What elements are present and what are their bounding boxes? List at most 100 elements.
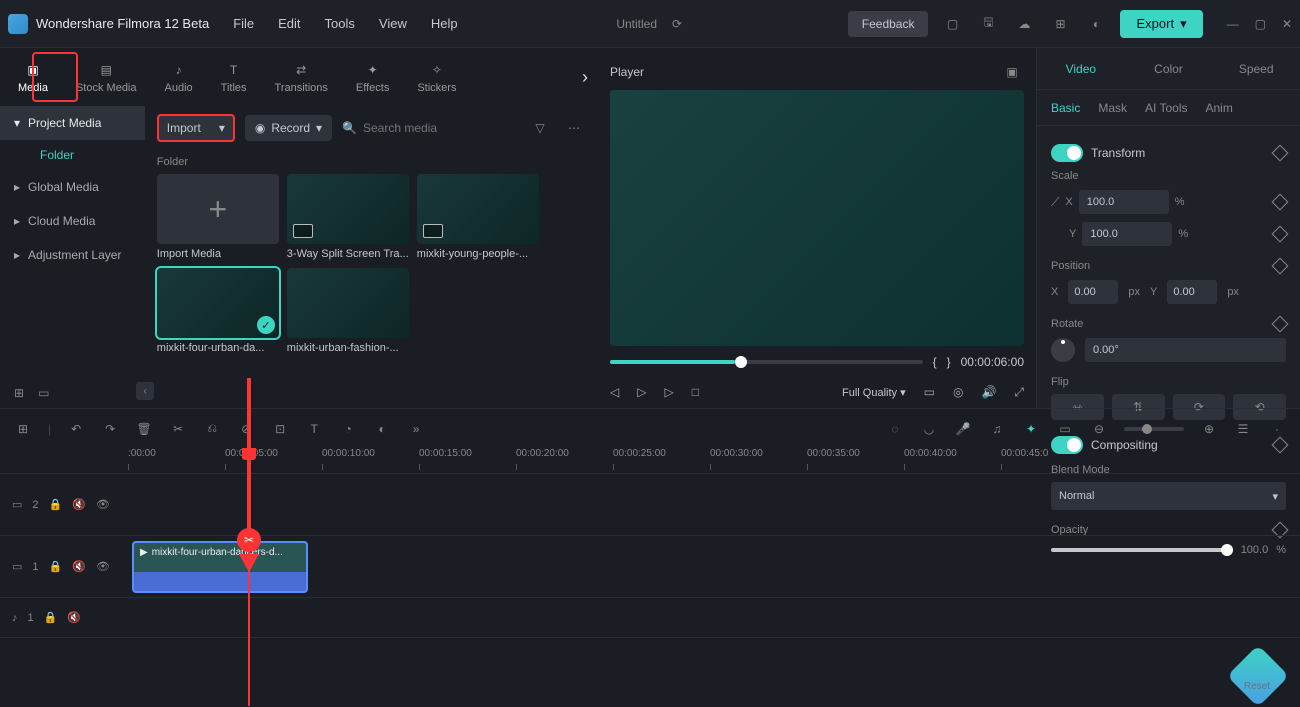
maximize-button[interactable]: ▢ (1255, 17, 1266, 31)
export-button[interactable]: Export▾ (1120, 10, 1202, 38)
tool-music[interactable]: ♫ (988, 420, 1006, 438)
tab-effects[interactable]: ✦Effects (356, 61, 389, 94)
visibility-icon[interactable]: 👁 (96, 560, 110, 573)
audio-track-1[interactable]: ♪1🔒🔇 (0, 598, 1300, 638)
sidebar-item-adjustment-layer[interactable]: ▸Adjustment Layer (0, 238, 145, 272)
timeline-ruler[interactable]: :00:00 00:00:05:00 00:00:10:00 00:00:15:… (0, 448, 1300, 474)
scale-x-input[interactable] (1079, 190, 1169, 214)
menu-edit[interactable]: Edit (278, 16, 300, 31)
close-button[interactable]: ✕ (1282, 17, 1292, 31)
video-track-2[interactable]: ▭2🔒🔇👁 (0, 474, 1300, 536)
sidebar-item-cloud-media[interactable]: ▸Cloud Media (0, 204, 145, 238)
tab-transitions[interactable]: ⇄Transitions (275, 61, 328, 94)
tool-voiceover[interactable]: 🎤 (954, 420, 972, 438)
subtab-mask[interactable]: Mask (1098, 101, 1127, 115)
more-icon[interactable]: ⋯ (562, 116, 586, 140)
timeline-clip[interactable]: ▶mixkit-four-urban-dancers-d... (132, 541, 308, 593)
fullscreen-icon[interactable]: ⤢ (1014, 385, 1024, 400)
sidebar-item-global-media[interactable]: ▸Global Media (0, 170, 145, 204)
save-icon[interactable]: 🖫 (976, 12, 1000, 36)
prev-frame-button[interactable]: ◁ (610, 385, 619, 399)
search-media[interactable]: 🔍 (342, 121, 518, 135)
tool-text[interactable]: T (305, 420, 323, 438)
mark-in-button[interactable]: { (933, 355, 937, 369)
mute-icon[interactable]: 🔇 (72, 560, 86, 573)
sidebar-item-project-media[interactable]: ▾Project Media (0, 106, 145, 140)
rotate-input[interactable] (1085, 338, 1286, 362)
import-media-tile[interactable]: +Import Media (157, 174, 279, 260)
tool-color[interactable]: ◐ (373, 420, 391, 438)
tool-marker[interactable]: ◡ (920, 420, 938, 438)
tab-audio[interactable]: ♪Audio (165, 61, 193, 94)
tool-magnet[interactable]: ⊞ (14, 420, 32, 438)
tool-split[interactable]: ✂ (169, 420, 187, 438)
menu-view[interactable]: View (379, 16, 407, 31)
tab-stock-media[interactable]: ▤Stock Media (76, 61, 137, 94)
import-button[interactable]: Import▾ (157, 114, 235, 142)
filter-icon[interactable]: ▽ (528, 116, 552, 140)
layout-icon[interactable]: ▢ (940, 12, 964, 36)
position-x-input[interactable] (1068, 280, 1118, 304)
snapshot-icon[interactable]: ◎ (953, 385, 963, 399)
media-thumb[interactable]: ✓mixkit-four-urban-da... (157, 268, 279, 354)
keyframe-button[interactable] (1272, 258, 1289, 275)
zoom-slider[interactable] (1124, 427, 1184, 431)
lock-icon[interactable]: ⟋ (1051, 195, 1059, 210)
timeline-tracks[interactable]: :00:00 00:00:05:00 00:00:10:00 00:00:15:… (0, 448, 1300, 706)
apps-icon[interactable]: ⊞ (1048, 12, 1072, 36)
tool-target[interactable]: ◌ (886, 420, 904, 438)
rotate-knob[interactable] (1051, 338, 1075, 362)
tool-more[interactable]: » (407, 420, 425, 438)
tool-crop[interactable]: ⊡ (271, 420, 289, 438)
keyframe-button[interactable] (1272, 145, 1289, 162)
scale-y-input[interactable] (1082, 222, 1172, 246)
position-y-input[interactable] (1167, 280, 1217, 304)
play-button[interactable]: ▷ (664, 385, 673, 399)
playhead[interactable] (248, 448, 250, 706)
keyframe-button[interactable] (1272, 194, 1289, 211)
menu-tools[interactable]: Tools (325, 16, 355, 31)
transform-toggle[interactable] (1051, 144, 1083, 162)
mute-icon[interactable]: 🔇 (72, 498, 86, 511)
folder-icon[interactable]: ▭ (38, 386, 49, 400)
subtab-basic[interactable]: Basic (1051, 101, 1080, 115)
mute-icon[interactable]: 🔇 (67, 611, 81, 624)
keyframe-button[interactable] (1272, 316, 1289, 333)
player-viewport[interactable] (610, 90, 1024, 346)
snapshot-frame-icon[interactable]: ▣ (1000, 60, 1024, 84)
zoom-out-button[interactable]: ⊖ (1090, 420, 1108, 438)
search-input[interactable] (363, 121, 518, 135)
tool-trim[interactable]: ⎌ (203, 420, 221, 438)
zoom-in-button[interactable]: ⊕ (1200, 420, 1218, 438)
minimize-button[interactable]: — (1227, 17, 1239, 31)
tab-video[interactable]: Video (1037, 48, 1125, 89)
cloud-sync-icon[interactable]: ⟳ (665, 12, 689, 36)
player-progress-slider[interactable] (610, 360, 923, 364)
collapse-sidebar-button[interactable]: ‹ (136, 382, 154, 400)
quality-selector[interactable]: Full Quality ▾ (842, 386, 906, 399)
tool-speed[interactable]: ◔ (339, 420, 357, 438)
tool-subtitle[interactable]: ▭ (1056, 420, 1074, 438)
nav-more-icon[interactable]: › (582, 67, 588, 88)
feedback-button[interactable]: Feedback (848, 11, 929, 37)
tab-speed[interactable]: Speed (1212, 48, 1300, 89)
video-track-1[interactable]: ▭1🔒🔇👁 ▶mixkit-four-urban-dancers-d... (0, 536, 1300, 598)
tool-list-view[interactable]: ☰ (1234, 420, 1252, 438)
tool-redo[interactable]: ↷ (101, 420, 119, 438)
menu-file[interactable]: File (233, 16, 254, 31)
mark-out-button[interactable]: } (947, 355, 951, 369)
media-thumb[interactable]: mixkit-urban-fashion-... (287, 268, 409, 354)
lock-icon[interactable]: 🔒 (49, 498, 63, 511)
media-thumb[interactable]: mixkit-young-people-... (417, 174, 539, 260)
menu-help[interactable]: Help (431, 16, 458, 31)
subtab-anim[interactable]: Anim (1205, 101, 1232, 115)
tool-disable[interactable]: ⊘ (237, 420, 255, 438)
sidebar-folder[interactable]: Folder (0, 140, 145, 170)
cloud-icon[interactable]: ☁ (1012, 12, 1036, 36)
tool-effect[interactable]: ✦ (1022, 420, 1040, 438)
media-thumb[interactable]: 3-Way Split Screen Tra... (287, 174, 409, 260)
record-button[interactable]: ◉Record▾ (245, 115, 332, 141)
tab-color[interactable]: Color (1125, 48, 1213, 89)
display-icon[interactable]: ▭ (924, 385, 935, 399)
tab-titles[interactable]: TTitles (221, 61, 247, 94)
